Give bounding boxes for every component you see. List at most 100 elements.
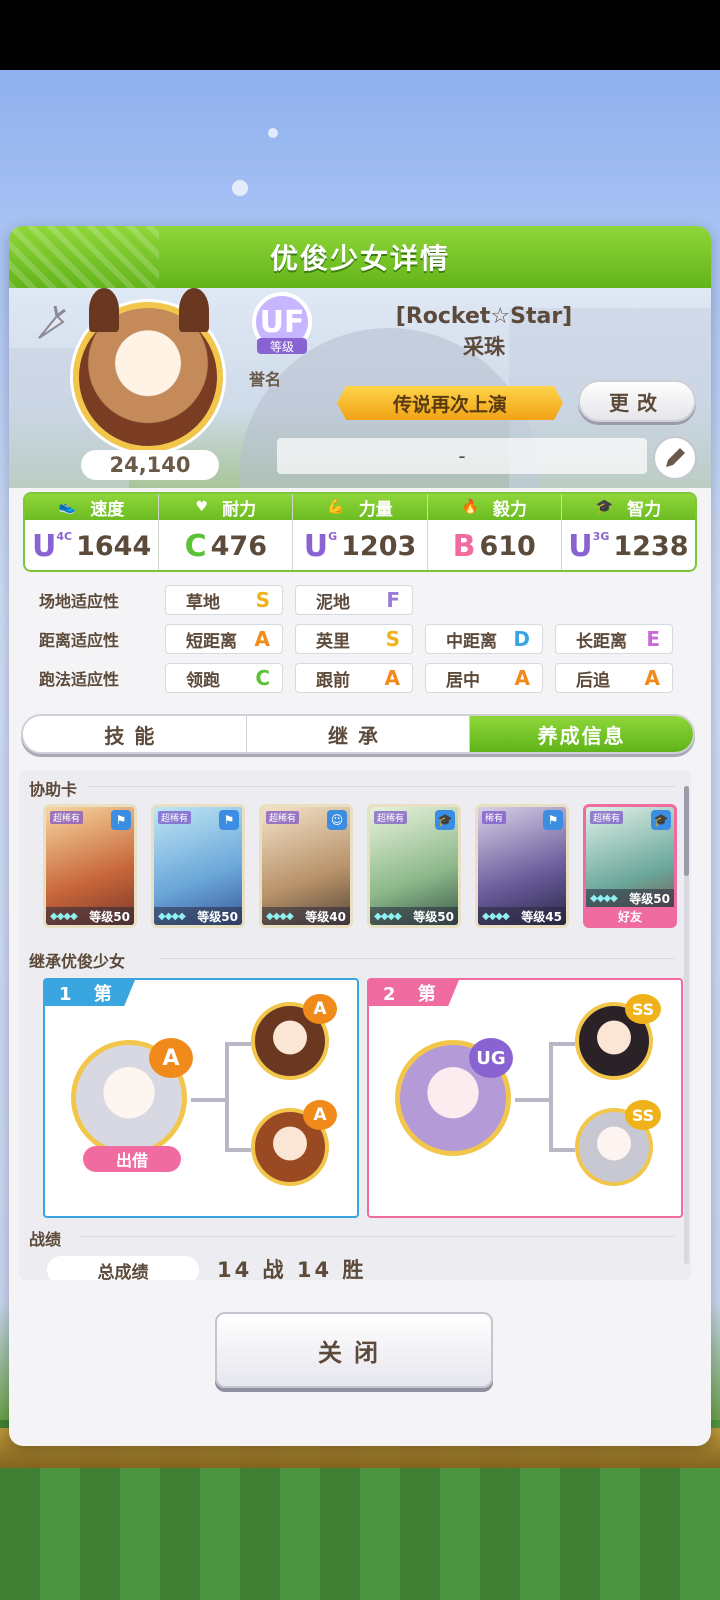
character-title: [Rocket☆Star] <box>395 304 573 329</box>
limit-break-icon: ◆◆◆◆ <box>266 910 294 922</box>
stat-header: 🔥 毅力 <box>427 494 561 520</box>
stat-body: U 4C 1644 <box>25 520 158 570</box>
aptitude-label: 距离适应性 <box>39 631 120 650</box>
pencil-icon <box>666 448 685 467</box>
support-card-rarity: 超稀有 <box>266 811 300 824</box>
stat-body: U G 1203 <box>293 520 426 570</box>
training-info-content[interactable]: 协助卡 超稀有 ⚑ ◆◆◆◆ 等级50 超稀有 ⚑ ◆◆◆◆ 等级50 超稀有 ☺ ◆◆◆◆ 等级40… <box>19 770 691 1280</box>
aptitude-grade: A <box>644 666 660 690</box>
stats-table: 👟 速度 U 4C 1644 ♥ 耐力 C 476 💪 力量 U G 1203 🔥 毅力 B 610 🎓 智力 U 3G 1… <box>23 492 697 572</box>
limit-break-icon: ◆◆◆◆ <box>50 910 78 922</box>
tab-inheritance[interactable]: 继承 <box>247 716 471 752</box>
aptitude-row-distance: 距离适应性 短距离 A 英里 S 中距离 D 长距离 E <box>39 623 685 655</box>
lend-button[interactable]: 出借 <box>83 1146 181 1172</box>
panel-title: 优俊少女详情 <box>269 242 450 275</box>
support-card[interactable]: 稀有 ⚑ ◆◆◆◆ 等级45 <box>475 804 569 928</box>
stat-value: 476 <box>210 530 267 562</box>
aptitude-row-style: 跑法适应性 领跑 C 跟前 A 居中 A 后追 A <box>39 662 685 694</box>
wisdom-icon: 🎓 <box>651 810 671 830</box>
support-card[interactable]: 超稀有 ☺ ◆◆◆◆ 等级40 <box>259 804 353 928</box>
stat-value: 1203 <box>341 530 417 562</box>
grade-badge: A <box>303 1100 337 1130</box>
section-divider <box>159 958 675 959</box>
aptitude-name: 短距离 <box>186 631 237 652</box>
detail-tabs: 技能 继承 养成信息 <box>21 714 695 754</box>
limit-break-icon: ◆◆◆◆ <box>374 910 402 922</box>
aptitude-cell: 居中 A <box>425 663 543 693</box>
stat-body: C 476 <box>159 520 292 570</box>
support-card-rarity: 稀有 <box>482 811 507 824</box>
stat-column: ♥ 耐力 C 476 <box>159 494 294 570</box>
aptitude-grade: C <box>255 666 270 690</box>
support-cards-title: 协助卡 <box>29 780 78 799</box>
aptitude-name: 长距离 <box>576 631 627 652</box>
support-card-level: 等级50 <box>413 909 454 924</box>
carrot-icon <box>38 305 66 339</box>
stat-grade: U <box>568 528 593 564</box>
aptitude-cell: 领跑 C <box>165 663 283 693</box>
grade-badge: A <box>149 1038 193 1078</box>
inheritance-title: 继承优俊少女 <box>29 952 126 971</box>
support-card-rarity: 超稀有 <box>158 811 192 824</box>
aptitude-name: 泥地 <box>316 592 350 613</box>
profile-section: 24,140 UF 等级 誉名 [Rocket☆Star] 采珠 传说再次上演 … <box>9 288 711 488</box>
stat-column: 🎓 智力 U 3G 1238 <box>561 494 695 570</box>
support-card[interactable]: 超稀有 🎓 ◆◆◆◆ 等级50 <box>367 804 461 928</box>
background-sparkle <box>268 128 278 138</box>
aptitude-grade: D <box>513 627 530 651</box>
name-block: [Rocket☆Star] 采珠 <box>339 304 629 361</box>
graduation-cap-icon: 🎓 <box>595 499 614 515</box>
character-name: 采珠 <box>463 335 505 359</box>
support-card[interactable]: 超稀有 ⚑ ◆◆◆◆ 等级50 <box>43 804 137 928</box>
edit-button[interactable] <box>653 436 697 480</box>
comment-field[interactable]: - <box>277 438 647 474</box>
aptitude-label: 跑法适应性 <box>39 670 120 689</box>
record-title: 战绩 <box>29 1230 62 1249</box>
stat-body: U 3G 1238 <box>562 520 695 570</box>
stat-label: 力量 <box>358 499 393 520</box>
aptitude-name: 英里 <box>316 631 350 652</box>
heart-icon: ♥ <box>195 499 209 515</box>
support-card-level: 等级45 <box>521 909 562 924</box>
inheritance-box-first[interactable]: 1 第 A 出借 A A <box>43 978 359 1218</box>
support-card[interactable]: 超稀有 🎓 ◆◆◆◆ 等级50 好友 <box>583 804 677 928</box>
stat-label: 速度 <box>90 499 125 520</box>
support-card-rarity: 超稀有 <box>50 811 84 824</box>
stat-grade: C <box>184 528 207 564</box>
friend-icon: ☺ <box>327 810 347 830</box>
support-card-level: 等级50 <box>629 891 670 906</box>
support-card[interactable]: 超稀有 ⚑ ◆◆◆◆ 等级50 <box>151 804 245 928</box>
panel-header: 优俊少女详情 <box>9 226 711 288</box>
tab-skills[interactable]: 技能 <box>23 716 247 752</box>
character-avatar[interactable] <box>73 288 223 452</box>
tree-branch <box>549 1042 553 1152</box>
aptitude-name: 草地 <box>186 592 220 613</box>
support-card-rarity: 超稀有 <box>374 811 408 824</box>
aptitude-name: 领跑 <box>186 670 220 691</box>
wisdom-icon: 🎓 <box>435 810 455 830</box>
inheritance-box-second[interactable]: 2 第 UG SS SS <box>367 978 683 1218</box>
stat-header: 🎓 智力 <box>561 494 695 520</box>
stat-column: 💪 力量 U G 1203 <box>293 494 428 570</box>
stat-header: 💪 力量 <box>293 494 427 520</box>
grade-badge: A <box>303 994 337 1024</box>
section-divider <box>79 1236 675 1237</box>
stat-header: 👟 速度 <box>25 494 159 520</box>
aptitude-grade: A <box>514 666 530 690</box>
close-button[interactable]: 关闭 <box>215 1312 493 1388</box>
shoe-icon: 👟 <box>58 499 77 515</box>
umamusume-detail-panel: 优俊少女详情 24,140 UF 等级 誉名 [Rocket☆Star] 采珠 … <box>9 226 711 1446</box>
support-card-rarity: 超稀有 <box>590 811 624 824</box>
tab-training-info[interactable]: 养成信息 <box>470 716 693 752</box>
stat-column: 👟 速度 U 4C 1644 <box>25 494 160 570</box>
stat-column: 🔥 毅力 B 610 <box>427 494 562 570</box>
change-button[interactable]: 更改 <box>578 380 696 422</box>
support-card-level: 等级50 <box>89 909 130 924</box>
header-pattern <box>9 226 159 288</box>
stat-value: 610 <box>479 530 536 562</box>
scrollbar-thumb[interactable] <box>684 786 689 876</box>
support-card-level-bar: ◆◆◆◆ 等级50 <box>586 889 674 907</box>
aptitude-name: 居中 <box>446 670 480 691</box>
inheritance-tag: 1 第 <box>45 980 135 1006</box>
support-card-level-bar: ◆◆◆◆ 等级50 <box>370 907 458 925</box>
